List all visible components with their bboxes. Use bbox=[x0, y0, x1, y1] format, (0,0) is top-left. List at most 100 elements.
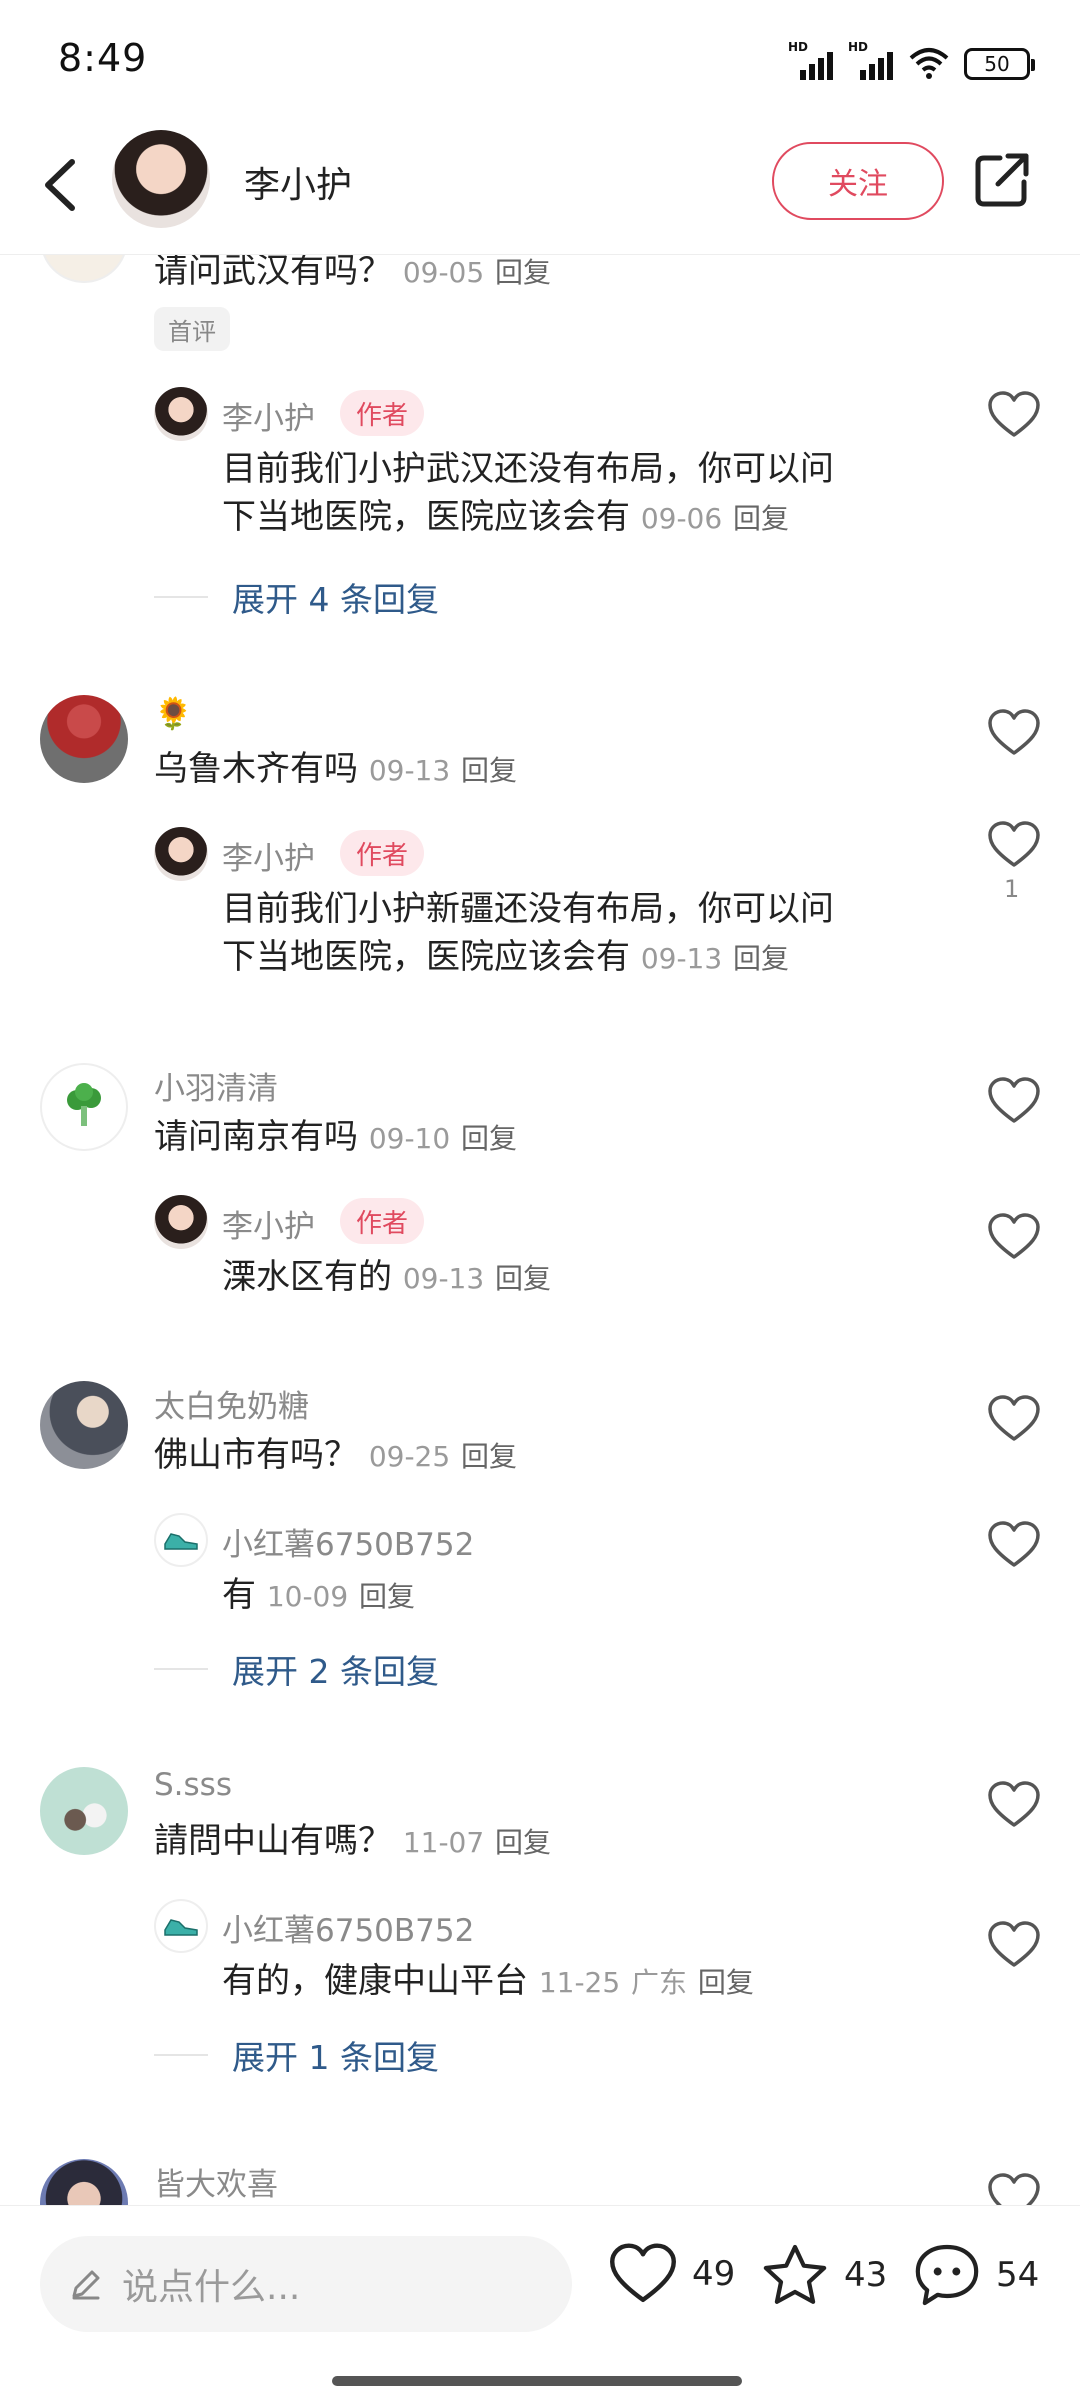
reply-text[interactable]: 有的，健康中山平台 11-25 广东 回复 bbox=[222, 1957, 754, 2007]
author-tag: 作者 bbox=[340, 830, 425, 876]
star-icon bbox=[763, 2244, 827, 2304]
reply-avatar[interactable] bbox=[154, 1195, 208, 1249]
author-tag: 作者 bbox=[340, 390, 425, 436]
expand-replies-button[interactable]: 展开 2 条回复 bbox=[154, 1645, 439, 1693]
divider bbox=[154, 596, 208, 598]
like-icon[interactable] bbox=[986, 1393, 1042, 1445]
commenter-name[interactable]: 小羽清清 bbox=[154, 1063, 278, 1108]
reply-button[interactable]: 回复 bbox=[359, 1580, 415, 1613]
comment-button[interactable]: 54 bbox=[912, 2242, 1039, 2308]
signal-icon: HD bbox=[848, 40, 894, 80]
commenter-name[interactable]: 🌻 bbox=[154, 695, 193, 732]
reply-username[interactable]: 小红薯6750B752 bbox=[222, 1905, 474, 1950]
like-icon[interactable] bbox=[986, 1919, 1042, 1971]
commenter-name[interactable]: S.sss bbox=[154, 1767, 232, 1803]
divider bbox=[154, 2054, 208, 2056]
comment-date: 09-13 bbox=[368, 754, 451, 787]
follow-button[interactable]: 关注 bbox=[772, 142, 944, 220]
reply-date: 11-25 bbox=[538, 1966, 621, 1999]
status-time: 8:49 bbox=[58, 36, 148, 80]
reply-button[interactable]: 回复 bbox=[495, 256, 551, 289]
collect-button[interactable]: 43 bbox=[760, 2242, 887, 2308]
comment-input[interactable]: 说点什么... bbox=[40, 2236, 572, 2332]
bottom-bar: 说点什么... 49 43 54 bbox=[0, 2205, 1080, 2403]
reply-avatar[interactable] bbox=[154, 1899, 208, 1953]
expand-replies-button[interactable]: 展开 1 条回复 bbox=[154, 2031, 439, 2079]
commenter-avatar[interactable] bbox=[40, 695, 128, 783]
like-icon[interactable] bbox=[986, 1211, 1042, 1263]
like-count: 49 bbox=[692, 2254, 736, 2294]
author-avatar[interactable] bbox=[112, 130, 210, 228]
wifi-icon bbox=[909, 48, 949, 79]
commenter-avatar[interactable] bbox=[40, 1381, 128, 1469]
like-icon[interactable] bbox=[986, 389, 1042, 441]
commenter-avatar[interactable] bbox=[40, 2159, 128, 2205]
reply-button[interactable]: 回复 bbox=[733, 502, 789, 535]
like-button[interactable]: 49 bbox=[608, 2242, 735, 2306]
heart-icon bbox=[610, 2243, 676, 2303]
reply-button[interactable]: 回复 bbox=[733, 942, 789, 975]
author-name[interactable]: 李小护 bbox=[244, 156, 352, 208]
collect-count: 43 bbox=[844, 2255, 888, 2295]
reply-username[interactable]: 李小护 bbox=[222, 1201, 315, 1246]
comment-input-placeholder: 说点什么... bbox=[122, 2267, 301, 2308]
reply-location: 广东 bbox=[631, 1966, 688, 1999]
reply-avatar[interactable] bbox=[154, 1513, 208, 1567]
reply-username[interactable]: 小红薯6750B752 bbox=[222, 1519, 474, 1564]
reply-username[interactable]: 李小护 bbox=[222, 833, 315, 878]
battery-icon: 50 bbox=[964, 48, 1035, 80]
comment-count: 54 bbox=[996, 2255, 1040, 2295]
author-tag: 作者 bbox=[340, 1198, 425, 1244]
status-icons: HD HD 50 bbox=[788, 40, 1035, 80]
reply-date: 09-13 bbox=[640, 942, 723, 975]
comment-text[interactable]: 請問中山有嗎？ 11-07 回复 bbox=[154, 1817, 551, 1867]
like-icon[interactable] bbox=[986, 819, 1042, 871]
like-icon[interactable] bbox=[986, 707, 1042, 759]
comment-date: 09-25 bbox=[368, 1440, 451, 1473]
comment-list: 请问武汉有吗？ 09-05 回复 首评 李小护 作者 目前我们小护武汉还没有布局… bbox=[0, 255, 1080, 2205]
reply-text[interactable]: 目前我们小护武汉还没有布局，你可以问 下当地医院，医院应该会有 09-06 回复 bbox=[222, 445, 834, 543]
reply-text[interactable]: 目前我们小护新疆还没有布局，你可以问 下当地医院，医院应该会有 09-13 回复 bbox=[222, 885, 834, 983]
commenter-avatar[interactable] bbox=[40, 1063, 128, 1151]
reply-date: 10-09 bbox=[266, 1580, 349, 1613]
share-icon[interactable] bbox=[972, 150, 1032, 210]
reply-text[interactable]: 有 10-09 回复 bbox=[222, 1571, 415, 1621]
commenter-avatar[interactable] bbox=[40, 255, 128, 283]
commenter-name[interactable]: 太白免奶糖 bbox=[154, 1381, 309, 1426]
like-icon[interactable] bbox=[986, 1519, 1042, 1571]
like-count: 1 bbox=[1004, 875, 1020, 903]
broccoli-icon bbox=[67, 1083, 101, 1126]
reply-date: 09-06 bbox=[640, 502, 723, 535]
comment-date: 09-05 bbox=[402, 256, 485, 289]
reply-button[interactable]: 回复 bbox=[495, 1826, 551, 1859]
like-icon[interactable] bbox=[986, 2171, 1042, 2205]
pencil-icon bbox=[72, 2270, 100, 2300]
expand-replies-button[interactable]: 展开 4 条回复 bbox=[154, 573, 439, 621]
reply-avatar[interactable] bbox=[154, 387, 208, 441]
commenter-avatar[interactable] bbox=[40, 1767, 128, 1855]
reply-button[interactable]: 回复 bbox=[495, 1262, 551, 1295]
reply-date: 09-13 bbox=[402, 1262, 485, 1295]
reply-text[interactable]: 溧水区有的 09-13 回复 bbox=[222, 1253, 551, 1303]
like-icon[interactable] bbox=[986, 1075, 1042, 1127]
comment-text[interactable]: 佛山市有吗？ 09-25 回复 bbox=[154, 1431, 517, 1481]
sneaker-icon bbox=[164, 1533, 198, 1550]
reply-username[interactable]: 李小护 bbox=[222, 393, 315, 438]
top-nav: 李小护 关注 bbox=[0, 120, 1080, 255]
comment-text[interactable]: 请问南京有吗 09-10 回复 bbox=[154, 1113, 517, 1163]
comment-date: 11-07 bbox=[402, 1826, 485, 1859]
home-indicator[interactable] bbox=[332, 2376, 742, 2386]
reply-button[interactable]: 回复 bbox=[698, 1966, 754, 1999]
reply-button[interactable]: 回复 bbox=[461, 754, 517, 787]
commenter-name[interactable]: 皆大欢喜 bbox=[154, 2159, 278, 2204]
back-arrow-icon[interactable] bbox=[30, 150, 90, 220]
like-icon[interactable] bbox=[986, 1779, 1042, 1831]
sneaker-icon bbox=[164, 1919, 198, 1936]
comment-text[interactable]: 乌鲁木齐有吗 09-13 回复 bbox=[154, 745, 517, 795]
comment-text[interactable]: 请问武汉有吗？ 09-05 回复 bbox=[154, 255, 551, 297]
battery-level: 50 bbox=[984, 52, 1010, 76]
reply-button[interactable]: 回复 bbox=[461, 1122, 517, 1155]
reply-avatar[interactable] bbox=[154, 827, 208, 881]
reply-button[interactable]: 回复 bbox=[461, 1440, 517, 1473]
first-comment-badge: 首评 bbox=[154, 307, 230, 351]
